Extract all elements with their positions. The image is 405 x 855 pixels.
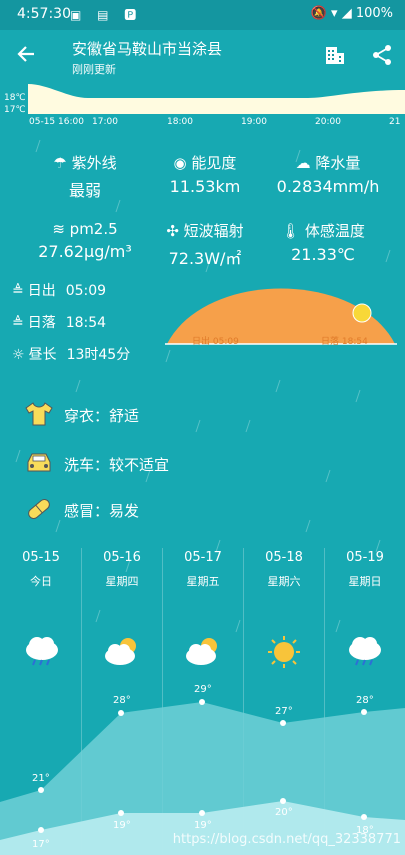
metric-pm25-value: 27.62μg/m³	[38, 242, 132, 261]
hourly-time: 05-15 16:00	[29, 117, 84, 127]
temp-high-label: 28°	[356, 695, 374, 706]
life-value: 易发	[109, 502, 140, 520]
forecast-day[interactable]: 05-17 星期五	[163, 550, 243, 589]
sunrise-row: ≜ 日出 05:09	[12, 283, 107, 299]
forecast-day[interactable]: 05-19 星期日	[325, 550, 405, 589]
metric-radiation: ✣ 短波辐射 72.3W/㎡	[140, 220, 270, 269]
forecast-date: 05-17	[184, 550, 222, 565]
wifi-icon: ▾	[331, 6, 338, 21]
metric-visibility: ◉ 能见度 11.53km	[140, 152, 270, 196]
temp-high-point	[280, 720, 286, 726]
metric-visibility-value: 11.53km	[169, 177, 241, 196]
temp-low-point	[199, 810, 205, 816]
arc-sunrise-label: 日出 05:09	[192, 337, 239, 347]
shirt-icon	[25, 402, 53, 426]
temp-low-point	[38, 827, 44, 833]
life-value: 舒适	[109, 407, 140, 425]
umbrella-icon: ☂	[53, 154, 67, 172]
forecast-weekday: 星期四	[105, 575, 139, 588]
notification-icons: ▣ ▤ 🅿	[70, 8, 143, 22]
forecast-day[interactable]: 05-15 今日	[1, 550, 81, 589]
forecast-day[interactable]: 05-18 星期六	[244, 550, 324, 589]
sunset-icon: ≜	[12, 315, 24, 331]
temp-low-point	[361, 814, 367, 820]
hourly-time: 20:00	[315, 117, 341, 127]
temp-high-label: 21°	[32, 773, 50, 784]
eye-icon: ◉	[173, 154, 187, 172]
metric-precipitation: ☁ 降水量 0.2834mm/h	[258, 152, 398, 196]
temp-high-label: 28°	[113, 695, 131, 706]
hourly-time: 17:00	[92, 117, 118, 127]
app-header: 安徽省马鞍山市当涂县 刚刚更新	[0, 30, 405, 84]
metric-precipitation-value: 0.2834mm/h	[276, 177, 380, 196]
metric-feels-like: 🌡 体感温度 21.33℃	[258, 220, 388, 264]
life-label: 洗车：	[64, 456, 110, 474]
share-icon[interactable]	[371, 44, 393, 70]
forecast-date: 05-16	[103, 550, 141, 565]
location-title: 安徽省马鞍山市当涂县	[72, 40, 223, 58]
temp-low-label: 19°	[113, 820, 131, 831]
status-time: 4:57:30	[17, 6, 71, 22]
forecast-date: 05-18	[265, 550, 303, 565]
temp-high-label: 29°	[194, 684, 212, 695]
metric-radiation-value: 72.3W/㎡	[168, 249, 242, 268]
hourly-time: 18:00	[167, 117, 193, 127]
life-label: 穿衣：	[64, 407, 110, 425]
mute-icon: 🔕	[310, 6, 327, 21]
temp-low-label: 17°	[32, 839, 50, 850]
hourly-temp-high: 18℃	[4, 93, 26, 103]
hourly-time: 21	[389, 117, 401, 127]
hourly-time: 19:00	[241, 117, 267, 127]
signal-icon: ◢	[341, 6, 352, 21]
hourly-temp-chart	[28, 84, 405, 114]
metric-uv-value: 最弱	[68, 181, 101, 200]
thermometer-icon: 🌡	[281, 222, 301, 240]
battery-level: 100%	[355, 6, 393, 21]
update-status: 刚刚更新	[72, 63, 116, 76]
daylength-row: ☼ 昼长 13时45分	[12, 347, 131, 363]
temp-high-point	[361, 709, 367, 715]
life-value: 较不适宜	[109, 456, 170, 474]
forecast-weekday: 星期五	[186, 575, 220, 588]
city-list-icon[interactable]	[324, 44, 346, 70]
status-right: 🔕 ▾ ◢ 100%	[311, 6, 393, 21]
temp-low-label: 20°	[275, 807, 293, 818]
sunrise-icon: ≜	[12, 283, 24, 299]
partly-cloudy-icon	[105, 638, 136, 665]
temp-low-label: 19°	[194, 820, 212, 831]
life-label: 感冒：	[64, 502, 110, 520]
watermark: https://blog.csdn.net/qq_32338771	[172, 832, 401, 847]
metric-uv: ☂ 紫外线 最弱	[20, 152, 150, 201]
arc-sunset-label: 日落 18:54	[321, 337, 368, 347]
haze-icon: ≋	[52, 220, 65, 238]
sun-icon: ☼	[12, 347, 25, 363]
temp-low-point	[280, 798, 286, 804]
forecast-date: 05-15	[22, 550, 60, 565]
temp-high-label: 27°	[275, 706, 293, 717]
rain-cloud-icon: ☁	[295, 154, 311, 172]
hourly-temp-low: 17℃	[4, 105, 26, 115]
metric-feels-like-value: 21.33℃	[291, 245, 355, 264]
back-arrow-icon[interactable]	[16, 44, 36, 69]
temp-high-point	[199, 699, 205, 705]
pill-icon	[28, 499, 50, 519]
forecast-date: 05-19	[346, 550, 384, 565]
forecast-weekday: 星期日	[348, 575, 382, 588]
forecast-day[interactable]: 05-16 星期四	[82, 550, 162, 589]
radiation-icon: ✣	[166, 222, 179, 240]
partly-cloudy-icon	[186, 638, 217, 665]
forecast-weekday: 今日	[30, 575, 52, 588]
forecast-weekday: 星期六	[267, 575, 301, 588]
sunset-row: ≜ 日落 18:54	[12, 315, 107, 331]
car-icon	[27, 453, 51, 472]
temp-low-point	[118, 810, 124, 816]
rain-cloud-icon	[349, 637, 381, 666]
rain-cloud-icon	[26, 637, 58, 666]
status-bar: 4:57:30 ▣ ▤ 🅿 🔕 ▾ ◢ 100%	[0, 0, 405, 30]
temp-high-point	[38, 787, 44, 793]
sun-icon	[268, 636, 300, 668]
temp-high-point	[118, 710, 124, 716]
metric-pm25: ≋ pm2.5 27.62μg/m³	[20, 220, 150, 261]
